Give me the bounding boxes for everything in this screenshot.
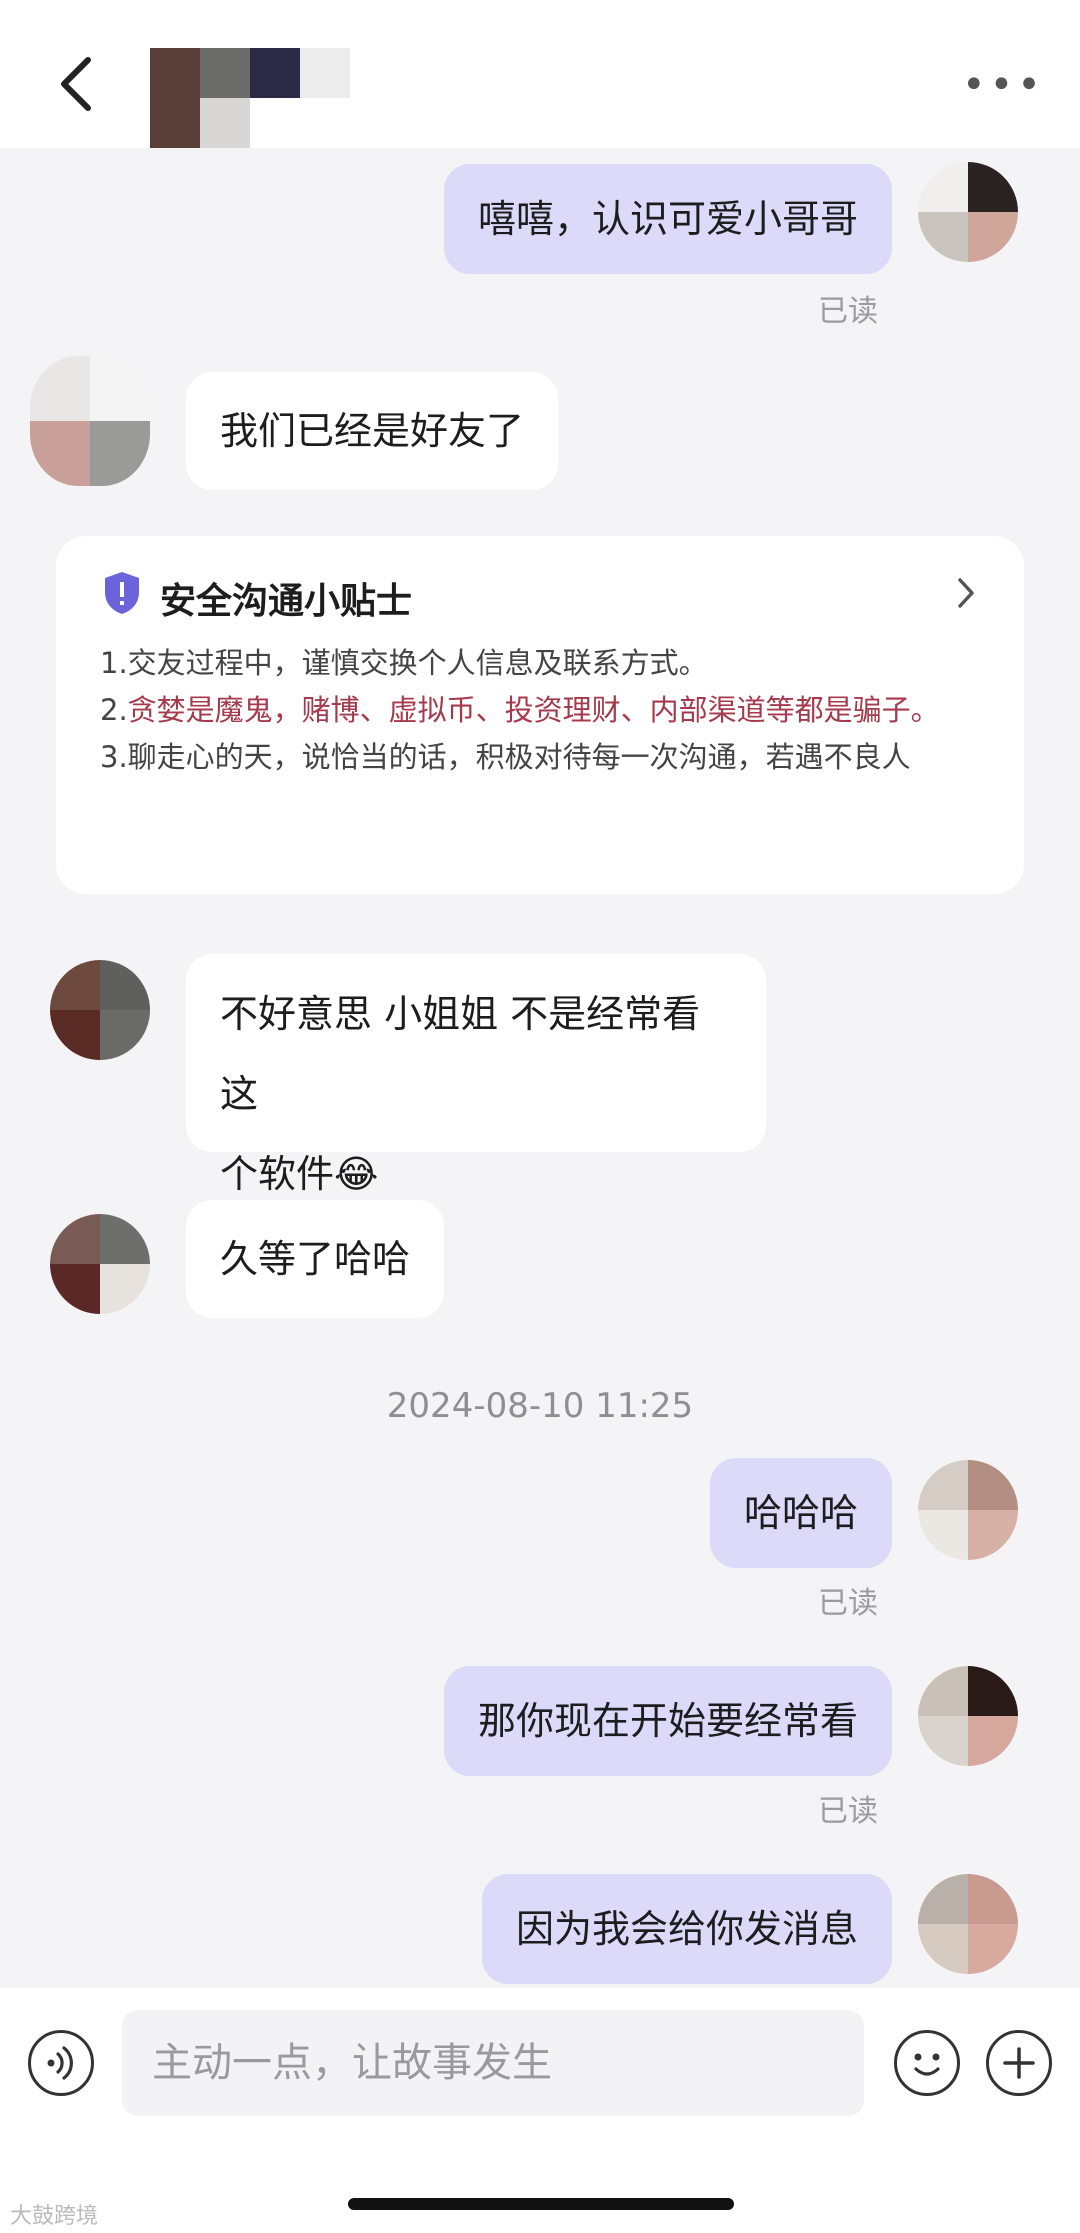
my-avatar[interactable] (918, 1874, 1018, 1974)
voice-icon[interactable] (28, 2030, 94, 2096)
tips-line-1: 1.交友过程中，谨慎交换个人信息及联系方式。 (100, 646, 708, 680)
chevron-left-icon[interactable] (52, 52, 104, 116)
my-avatar[interactable] (918, 1666, 1018, 1766)
message-bubble[interactable]: 不好意思 小姐姐 不是经常看这 个软件😂 (186, 954, 766, 1196)
more-icon[interactable]: ••• (962, 65, 1045, 105)
shield-icon (105, 572, 139, 614)
read-status: 已读 (818, 294, 878, 329)
timestamp: 2024-08-10 11:25 (386, 1386, 694, 1426)
watermark: 大鼓跨境 (10, 2204, 99, 2229)
message-list[interactable]: 嘻嘻，认识可爱小哥哥 已读 我们已经是好友了 安全沟通小贴士 1.交友过程中，谨… (0, 148, 1080, 1988)
home-indicator[interactable] (348, 2198, 734, 2210)
contact-avatar[interactable] (50, 1214, 150, 1314)
emoji-icon[interactable] (894, 2030, 960, 2096)
contact-name-redacted[interactable] (150, 48, 360, 148)
message-input[interactable] (122, 2010, 864, 2116)
tips-line-3: 3.聊走心的天，说恰当的话，积极对待每一次沟通，若遇不良人 (100, 740, 911, 774)
contact-avatar[interactable] (30, 356, 150, 486)
chevron-right-icon[interactable] (954, 576, 978, 610)
message-bubble[interactable]: 久等了哈哈 (186, 1200, 445, 1318)
safety-tips-card[interactable]: 安全沟通小贴士 1.交友过程中，谨慎交换个人信息及联系方式。 2.贪婪是魔鬼，赌… (56, 536, 1024, 894)
tips-body: 1.交友过程中，谨慎交换个人信息及联系方式。 2.贪婪是魔鬼，赌博、虚拟币、投资… (100, 640, 1000, 781)
my-avatar[interactable] (918, 162, 1018, 262)
read-status: 已读 (818, 1794, 878, 1829)
input-bar (0, 1988, 1080, 2233)
message-bubble[interactable]: 嘻嘻，认识可爱小哥哥 (443, 164, 892, 274)
message-text-field[interactable] (122, 2010, 864, 2116)
message-bubble[interactable]: 因为我会给你发消息 (481, 1874, 892, 1984)
message-bubble[interactable]: 哈哈哈 (709, 1458, 892, 1568)
chat-header: ••• (0, 0, 1080, 148)
tips-line-2: 2.贪婪是魔鬼，赌博、虚拟币、投资理财、内部渠道等都是骗子。 (100, 693, 940, 727)
message-bubble[interactable]: 那你现在开始要经常看 (443, 1666, 892, 1776)
tips-title: 安全沟通小贴士 (160, 581, 413, 622)
add-icon[interactable] (986, 2030, 1052, 2096)
message-bubble[interactable]: 我们已经是好友了 (186, 372, 559, 490)
my-avatar[interactable] (918, 1460, 1018, 1560)
contact-avatar[interactable] (50, 960, 150, 1060)
read-status: 已读 (818, 1586, 878, 1621)
